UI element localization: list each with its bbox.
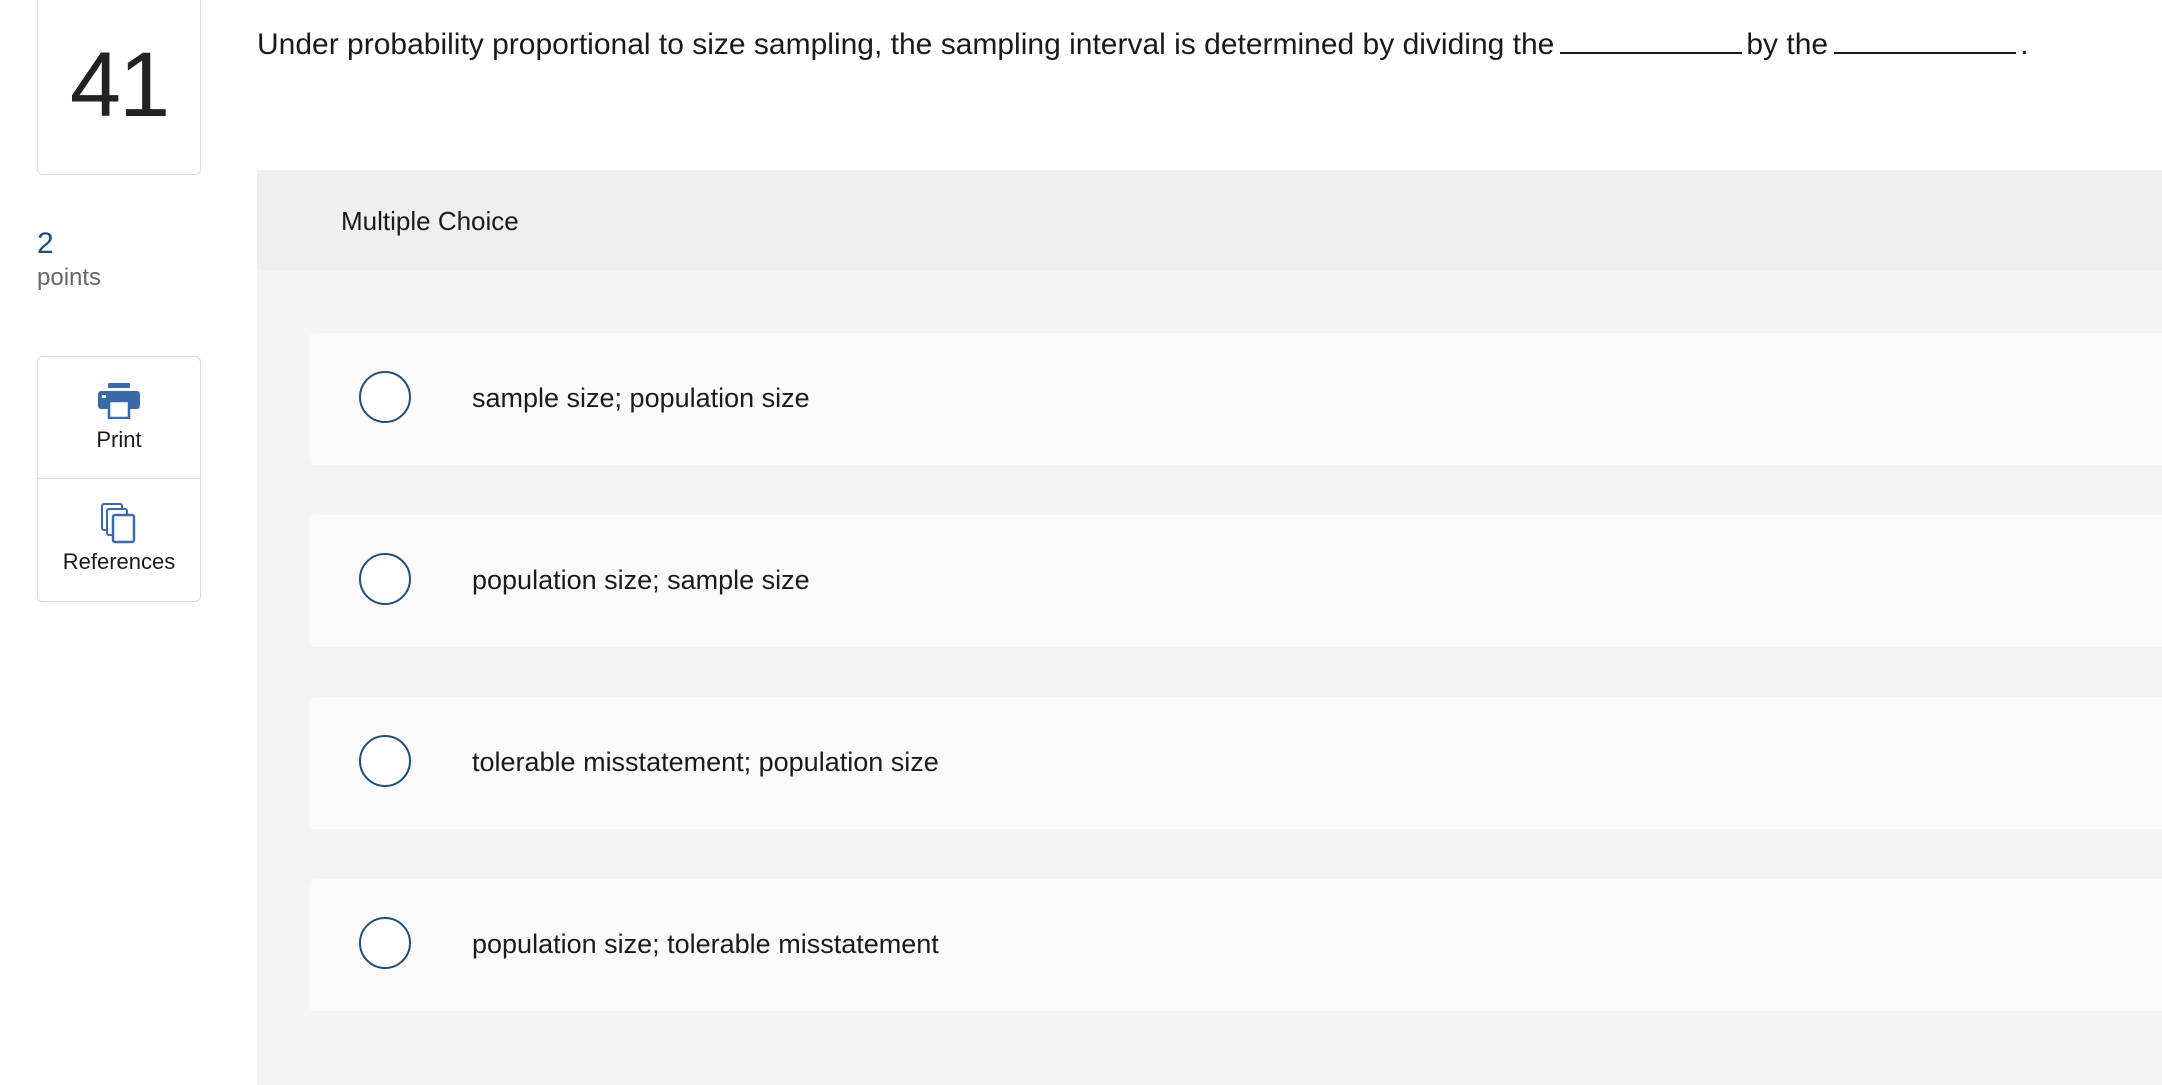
question-suffix: . — [2020, 28, 2029, 61]
question-text: Under probability proportional to size s… — [257, 26, 2028, 62]
print-label: Print — [96, 427, 142, 452]
radio-button[interactable] — [359, 371, 411, 423]
answer-option-label: sample size; population size — [472, 383, 810, 413]
answer-option-4[interactable]: population size; tolerable misstatement — [309, 879, 2162, 1011]
question-middle: by the — [1746, 28, 1829, 61]
answer-option-2[interactable]: population size; sample size — [309, 515, 2162, 647]
answer-option-3[interactable]: tolerable misstatement; population size — [309, 697, 2162, 829]
question-prefix: Under probability proportional to size s… — [257, 28, 1555, 61]
question-type-label: Multiple Choice — [341, 206, 519, 236]
documents-icon — [100, 503, 138, 544]
question-page: 41 2 points Print References Under proba… — [0, 0, 2162, 1085]
answer-blank-1 — [1560, 26, 1743, 54]
answer-option-label: population size; tolerable misstatement — [472, 929, 939, 959]
printer-icon — [97, 381, 141, 421]
answer-option-1[interactable]: sample size; population size — [309, 333, 2162, 465]
answer-blank-2 — [1834, 26, 2017, 54]
question-number-box: 41 — [37, 0, 201, 175]
answer-panel-header: Multiple Choice — [257, 170, 2162, 270]
radio-button[interactable] — [359, 917, 411, 969]
references-button[interactable]: References — [38, 479, 200, 600]
references-label: References — [62, 549, 176, 574]
answer-option-label: tolerable misstatement; population size — [472, 747, 939, 777]
answer-panel: Multiple Choice sample size; population … — [257, 170, 2162, 1085]
points-value: 2 — [37, 227, 54, 260]
tools-panel: Print References — [37, 356, 201, 602]
answer-option-label: population size; sample size — [472, 565, 810, 595]
radio-button[interactable] — [359, 735, 411, 787]
print-button[interactable]: Print — [38, 357, 200, 479]
question-number: 41 — [69, 34, 170, 136]
radio-button[interactable] — [359, 553, 411, 605]
points-label: points — [37, 264, 102, 291]
